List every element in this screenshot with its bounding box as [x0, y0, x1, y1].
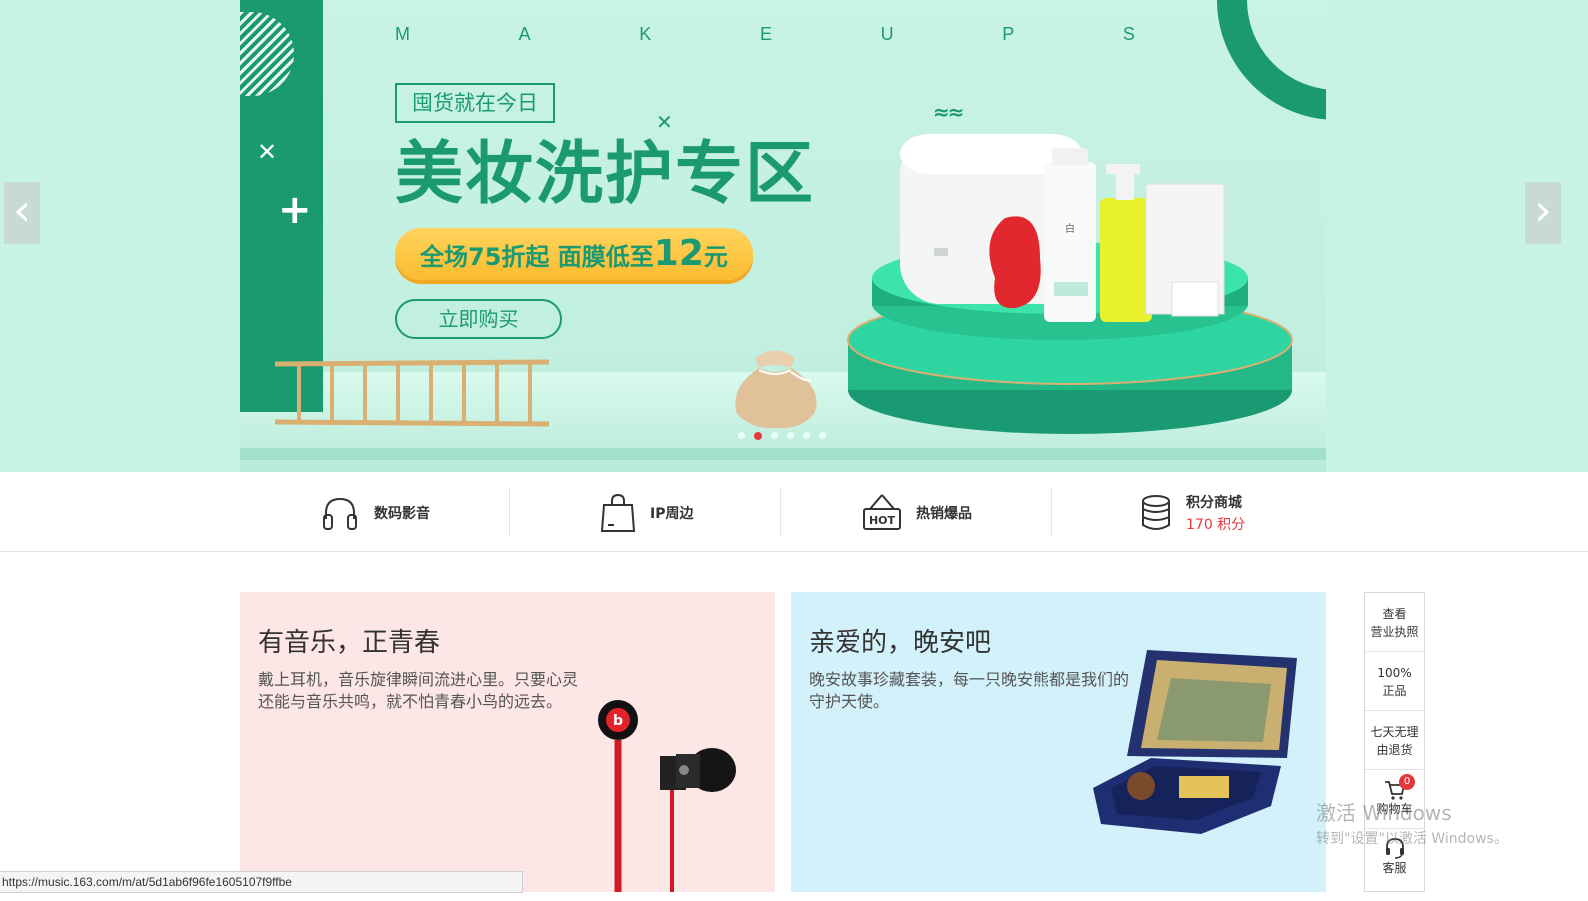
next-slide-button[interactable]: ›	[1525, 182, 1561, 244]
gift-box-illustration	[1093, 650, 1297, 834]
banner-headline: 美妆洗护专区	[395, 134, 816, 214]
letter: K	[639, 24, 652, 44]
cross-decoration-icon: ✕	[257, 138, 278, 166]
discount-pill: 全场75折起 面膜低至12元	[395, 228, 753, 280]
customer-service-button[interactable]: 客服	[1365, 829, 1424, 888]
ladder-illustration	[275, 359, 550, 427]
category-label: 数码影音	[374, 506, 430, 522]
genuine-guarantee-link[interactable]: 100% 正品	[1365, 652, 1424, 711]
letter: S	[1122, 24, 1135, 44]
promo-card-music[interactable]: 有音乐，正青春 戴上耳机，音乐旋律瞬间流进心里。只要心灵还能与音乐共鸣，就不怕青…	[240, 592, 775, 892]
card-title: 有音乐，正青春	[258, 628, 441, 658]
slide-dot[interactable]	[819, 432, 826, 439]
category-digital-av[interactable]: 数码影音	[320, 488, 430, 538]
category-bar: 数码影音 IP周边 HOT 热销爆品 积分商城 170 积分	[0, 472, 1588, 552]
svg-text:HOT: HOT	[869, 514, 896, 527]
shopping-bag-icon	[600, 493, 636, 532]
slide-indicator	[738, 432, 826, 440]
sidebar-text: 七天无理	[1370, 725, 1419, 739]
slide-dot-active[interactable]	[754, 432, 762, 440]
hot-sign-icon: HOT	[863, 494, 901, 530]
banner-floor-edge	[240, 448, 1326, 460]
card-description: 晚安故事珍藏套装，每一只晚安熊都是我们的守护天使。	[809, 670, 1130, 711]
plus-decoration-icon: +	[278, 187, 312, 233]
hero-banner[interactable]: ‹ › ✕ + M A K E U P S 囤货就在今日 ✕ 美妆洗护专区 全场…	[0, 0, 1588, 472]
sidebar-text: 正品	[1382, 684, 1407, 698]
business-license-link[interactable]: 查看 营业执照	[1365, 593, 1424, 652]
clay-pouch-illustration	[735, 350, 817, 429]
svg-text:白: 白	[1065, 222, 1075, 235]
buy-now-button[interactable]: 立即购买	[395, 299, 562, 339]
letter: M	[395, 24, 410, 44]
slide-dot[interactable]	[771, 432, 778, 439]
slide-dot[interactable]	[787, 432, 794, 439]
slide-dot[interactable]	[738, 432, 745, 439]
category-hot-items[interactable]: HOT 热销爆品	[862, 488, 972, 538]
product-podium-illustration: 白	[847, 134, 1293, 434]
earphones-illustration: b	[598, 700, 736, 892]
green-pillar: ✕ +	[240, 0, 323, 412]
cart-button[interactable]: 0 购物车	[1365, 770, 1424, 829]
coin-stack-icon	[1142, 495, 1170, 530]
category-label: 积分商城	[1186, 495, 1242, 511]
makeups-letters: M A K E U P S	[395, 24, 1135, 45]
category-label: 热销爆品	[916, 506, 972, 522]
card-description: 戴上耳机，音乐旋律瞬间流进心里。只要心灵还能与音乐共鸣，就不怕青春小鸟的远去。	[258, 670, 579, 711]
category-divider	[780, 488, 781, 536]
link-status-bar: https://music.163.com/m/at/5d1ab6f96fe16…	[0, 871, 523, 893]
sidebar-text: 查看	[1382, 607, 1407, 621]
sidebar-text: 由退货	[1376, 743, 1413, 757]
headphones-icon	[323, 497, 357, 530]
card-title: 亲爱的，晚安吧	[809, 628, 992, 658]
points-balance: 170 积分	[1186, 517, 1246, 533]
promo-tag: 囤货就在今日	[395, 83, 555, 123]
ring-decoration	[1217, 0, 1326, 120]
slide-dot[interactable]	[803, 432, 810, 439]
letter: P	[1002, 24, 1015, 44]
category-label: IP周边	[650, 506, 694, 522]
letter: A	[518, 24, 531, 44]
sidebar-text: 100%	[1377, 666, 1412, 680]
sidebar-text: 购物车	[1376, 802, 1413, 816]
striped-circle-decoration	[240, 12, 294, 96]
letter: E	[759, 24, 772, 44]
sidebar-text: 营业执照	[1370, 625, 1419, 639]
cart-count-badge: 0	[1399, 774, 1415, 790]
wave-decoration-icon: ≈≈	[933, 100, 964, 124]
svg-text:b: b	[613, 713, 623, 729]
prev-slide-button[interactable]: ‹	[4, 182, 40, 244]
sidebar-text: 客服	[1382, 861, 1407, 875]
seven-day-return-link[interactable]: 七天无理 由退货	[1365, 711, 1424, 770]
category-ip-merch[interactable]: IP周边	[600, 488, 693, 538]
discount-unit: 元	[703, 243, 728, 271]
promo-card-goodnight[interactable]: 亲爱的，晚安吧 晚安故事珍藏套装，每一只晚安熊都是我们的守护天使。	[791, 592, 1326, 892]
right-sidebar: 查看 营业执照 100% 正品 七天无理 由退货 0 购物车 客服	[1364, 592, 1425, 892]
banner-slide[interactable]: ✕ + M A K E U P S 囤货就在今日 ✕ 美妆洗护专区 全场75折起…	[240, 0, 1326, 472]
cross-decoration-icon: ✕	[656, 110, 673, 134]
category-divider	[1051, 488, 1052, 536]
headset-icon	[1385, 838, 1404, 859]
discount-number: 12	[653, 233, 704, 274]
discount-text: 全场75折起 面膜低至	[420, 243, 654, 271]
letter: U	[880, 24, 894, 44]
category-divider	[509, 488, 510, 536]
category-points-mall[interactable]: 积分商城 170 积分	[1140, 488, 1245, 538]
